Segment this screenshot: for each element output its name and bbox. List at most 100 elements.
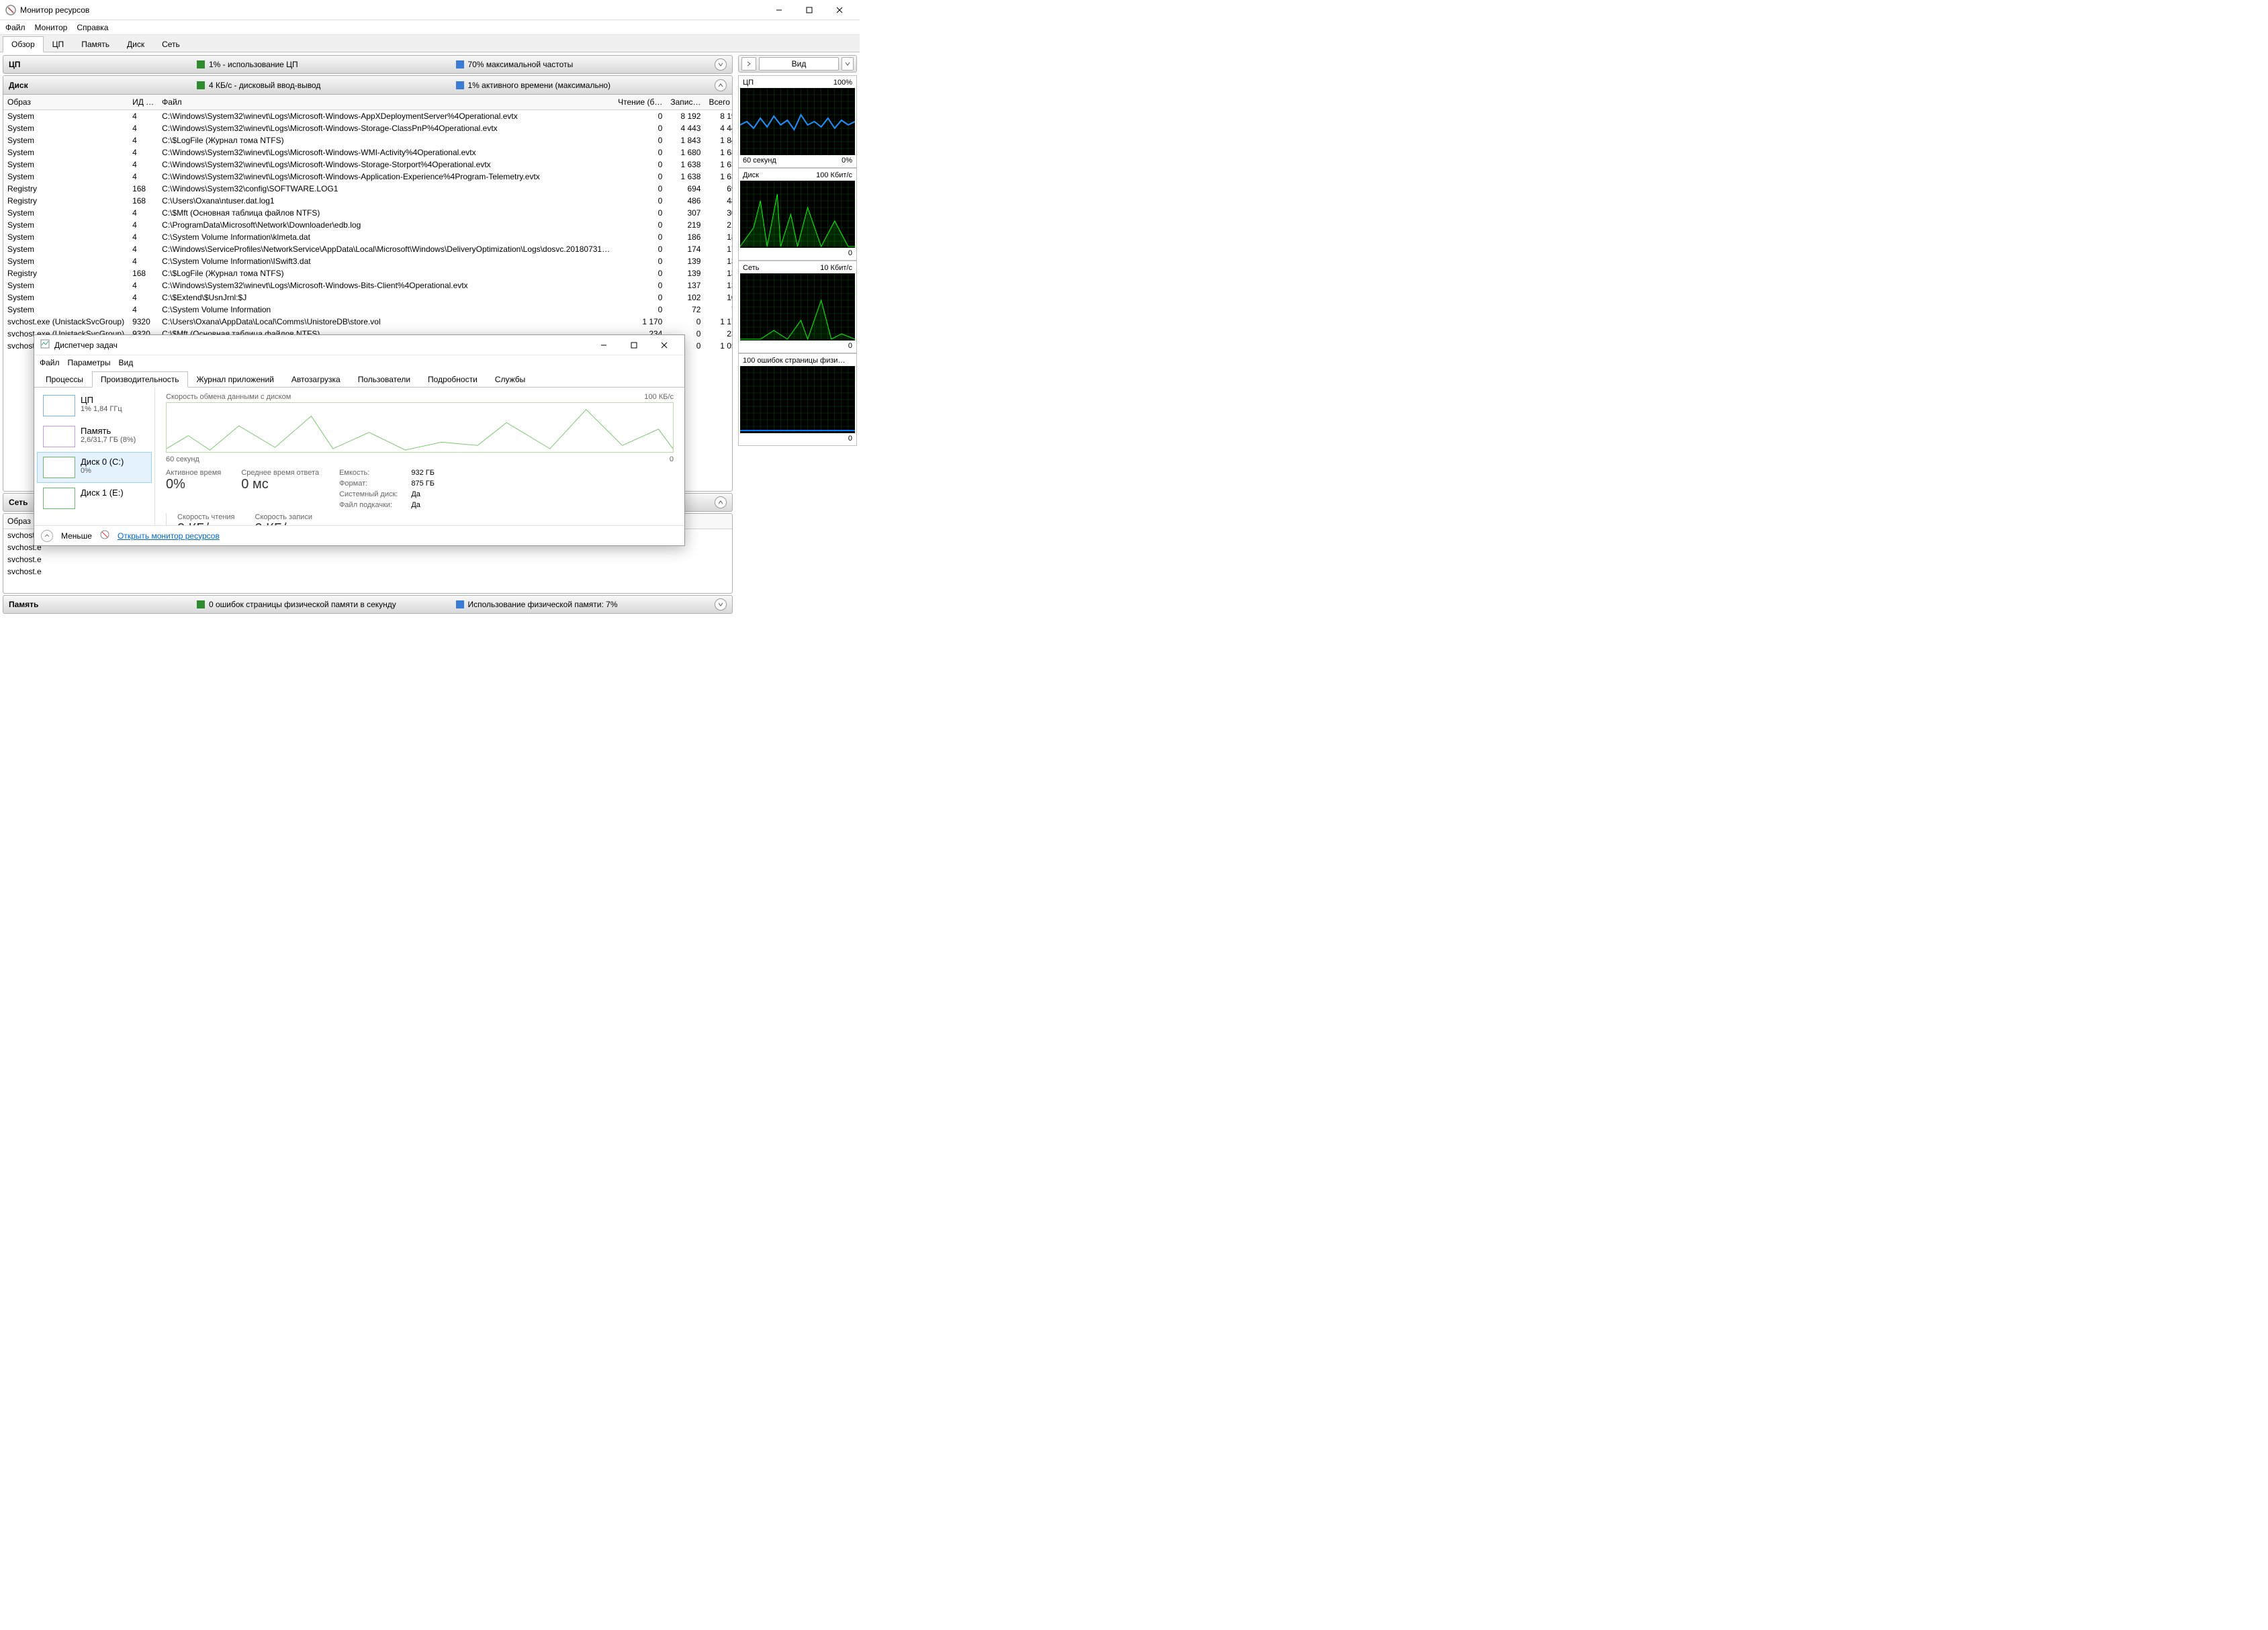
table-cell: 219 [666,219,705,231]
tm-active-time-label: Активное время [166,469,221,477]
table-row[interactable]: System4C:\System Volume Information07272… [3,304,732,316]
table-row[interactable]: System4C:\Windows\System32\winevt\Logs\M… [3,279,732,291]
table-cell: 0 [614,159,666,171]
table-cell: 0 [614,291,666,304]
tm-sidebar-item[interactable]: Диск 1 (E:) [37,483,152,514]
table-row[interactable]: System4C:\Windows\System32\winevt\Logs\M… [3,171,732,183]
minimize-button[interactable] [764,0,794,20]
table-row[interactable]: System4C:\Windows\System32\winevt\Logs\M… [3,159,732,171]
table-row[interactable]: System4C:\ProgramData\Microsoft\Network\… [3,219,732,231]
mem-section-header[interactable]: Память 0 ошибок страницы физической памя… [3,595,733,614]
mem-expand-button[interactable] [715,598,727,610]
tm-tab-startup[interactable]: Автозагрузка [283,371,349,387]
tm-menu-file[interactable]: Файл [40,358,60,367]
disk-col-header[interactable]: Всего … [705,95,732,110]
table-row[interactable]: System4C:\Windows\ServiceProfiles\Networ… [3,243,732,255]
disk-col-header[interactable]: Файл [158,95,614,110]
tm-main-panel: Скорость обмена данными с диском 100 КБ/… [155,388,684,525]
mem-faults-text: 0 ошибок страницы физической памяти в се… [209,600,396,609]
menu-help[interactable]: Справка [77,23,108,32]
table-cell: 0 [614,207,666,219]
tm-tab-processes[interactable]: Процессы [37,371,92,387]
disk-col-header[interactable]: Образ [3,95,128,110]
cpu-section-header[interactable]: ЦП 1% - использование ЦП 70% максимально… [3,55,733,74]
table-cell: 168 [128,267,158,279]
table-row[interactable]: svchost.e [3,565,732,578]
disk-col-header[interactable]: Чтение (б… [614,95,666,110]
tab-disk[interactable]: Диск [118,36,153,52]
table-row[interactable]: System4C:\System Volume Information\ISwi… [3,255,732,267]
table-cell: C:\System Volume Information [158,304,614,316]
tm-tab-apphistory[interactable]: Журнал приложений [188,371,283,387]
table-cell: 4 [128,171,158,183]
disk-section-header[interactable]: Диск 4 КБ/с - дисковый ввод-вывод 1% акт… [3,76,732,95]
tm-sidebar-item[interactable]: ЦП 1% 1,84 ГГц [37,390,152,421]
tab-network[interactable]: Сеть [153,36,189,52]
tm-less-label[interactable]: Меньше [61,531,92,541]
table-cell: 0 [614,304,666,316]
tm-sidebar-item[interactable]: Диск 0 (C:) 0% [37,452,152,483]
tm-minimize-button[interactable] [588,335,619,355]
table-cell: 72 [666,304,705,316]
net-collapse-button[interactable] [715,496,727,508]
disk-table: ОбразИД …ФайлЧтение (б…Запис…Всего …Прио… [3,95,732,352]
table-cell: 486 [705,195,732,207]
table-cell: System [3,146,128,159]
view-dropdown[interactable]: Вид [759,57,839,71]
taskmgr-window: Диспетчер задач Файл Параметры Вид Проце… [34,334,685,546]
tm-tab-services[interactable]: Службы [486,371,534,387]
table-row[interactable]: Registry168C:\Windows\System32\config\SO… [3,183,732,195]
table-row[interactable]: System4C:\Windows\System32\winevt\Logs\M… [3,110,732,123]
view-menu-button[interactable] [842,57,854,71]
tm-sysdisk-label: Системный диск: [339,490,398,498]
disk-io-text: 4 КБ/с - дисковый ввод-вывод [209,81,320,90]
table-row[interactable]: svchost.e [3,553,732,565]
table-cell: 4 [128,243,158,255]
table-row[interactable]: System4C:\Windows\System32\winevt\Logs\M… [3,146,732,159]
tm-format-label: Формат: [339,480,398,488]
tm-thumb-icon [43,488,75,509]
tm-menu-view[interactable]: Вид [118,358,133,367]
disk-col-header[interactable]: ИД … [128,95,158,110]
tab-memory[interactable]: Память [73,36,118,52]
table-cell: 174 [666,243,705,255]
tm-item-name: Диск 0 (C:) [81,457,124,467]
table-row[interactable]: Registry168C:\Users\Oxana\ntuser.dat.log… [3,195,732,207]
tm-tab-users[interactable]: Пользователи [349,371,419,387]
cpu-expand-button[interactable] [715,58,727,71]
menu-monitor[interactable]: Монитор [35,23,68,32]
tm-tab-performance[interactable]: Производительность [92,371,187,388]
menu-file[interactable]: Файл [5,23,26,32]
tm-menu-options[interactable]: Параметры [68,358,111,367]
mini-graph: Сеть 10 Кбит/с 0 [738,261,857,353]
table-row[interactable]: System4C:\Windows\System32\winevt\Logs\M… [3,122,732,134]
table-row[interactable]: System4C:\System Volume Information\klme… [3,231,732,243]
table-row[interactable]: System4C:\$Mft (Основная таблица файлов … [3,207,732,219]
tm-read-speed-label: Скорость чтения [177,513,235,521]
table-row[interactable]: svchost.exe (UnistackSvcGroup)9320C:\Use… [3,316,732,328]
table-row[interactable]: Registry168C:\$LogFile (Журнал тома NTFS… [3,267,732,279]
disk-collapse-button[interactable] [715,79,727,91]
tm-maximize-button[interactable] [619,335,649,355]
tm-collapse-button[interactable] [41,530,53,542]
tm-tab-details[interactable]: Подробности [419,371,486,387]
cpu-freq-color-icon [456,60,464,69]
tm-sidebar-item[interactable]: Память 2,6/31,7 ГБ (8%) [37,421,152,452]
graphs-nav-button[interactable] [741,57,756,71]
table-cell: 0 [614,195,666,207]
table-cell: C:\Windows\System32\winevt\Logs\Microsof… [158,171,614,183]
maximize-button[interactable] [794,0,824,20]
table-row[interactable]: System4C:\$Extend\$UsnJrnl:$J0102102Фон0 [3,291,732,304]
tm-item-value: 1% 1,84 ГГц [81,405,122,413]
tab-overview[interactable]: Обзор [3,36,44,52]
tm-titlebar[interactable]: Диспетчер задач [34,335,684,355]
tm-chart-min: 0 [670,455,674,463]
tab-cpu[interactable]: ЦП [44,36,73,52]
close-button[interactable] [824,0,854,20]
tm-open-resmon-link[interactable]: Открыть монитор ресурсов [118,531,220,541]
tm-sidebar[interactable]: ЦП 1% 1,84 ГГц Память 2,6/31,7 ГБ (8%) Д… [34,388,155,525]
disk-col-header[interactable]: Запис… [666,95,705,110]
tm-close-button[interactable] [649,335,679,355]
table-cell: 8 192 [705,110,732,123]
table-row[interactable]: System4C:\$LogFile (Журнал тома NTFS)01 … [3,134,732,146]
